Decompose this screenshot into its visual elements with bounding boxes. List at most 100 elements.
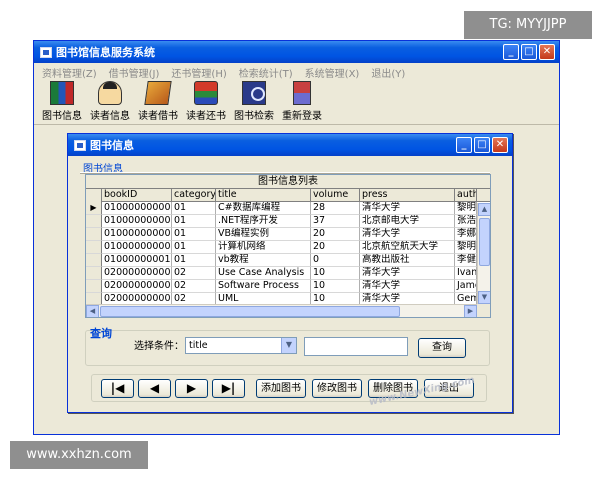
menu-item-return[interactable]: 还书管理(H) <box>171 65 226 80</box>
column-header-title[interactable]: title <box>216 189 311 202</box>
table-cell[interactable]: 020000000002 <box>102 280 172 293</box>
add-book-button[interactable]: 添加图书 <box>256 379 306 398</box>
query-input[interactable] <box>304 337 408 356</box>
scroll-up-icon[interactable]: ▲ <box>478 203 490 216</box>
table-cell[interactable]: 01 <box>172 202 216 215</box>
table-cell[interactable]: 高教出版社 <box>360 254 455 267</box>
chevron-down-icon[interactable]: ▼ <box>281 338 296 353</box>
dialog-minimize-button[interactable]: _ <box>456 137 472 153</box>
table-cell[interactable]: 01 <box>172 254 216 267</box>
dialog-close-button[interactable]: ✕ <box>492 137 508 153</box>
scroll-down-icon[interactable]: ▼ <box>478 291 490 304</box>
table-cell[interactable]: 计算机网络 <box>216 241 311 254</box>
main-title-bar[interactable]: 图书馆信息服务系统 _ □ ✕ <box>34 41 559 63</box>
minimize-button[interactable]: _ <box>503 44 519 60</box>
row-selector[interactable] <box>86 267 102 280</box>
table-cell[interactable]: 37 <box>311 215 360 228</box>
toolbar-relogin-button[interactable]: 重新登录 <box>280 81 324 123</box>
table-cell[interactable]: C#数据库编程 <box>216 202 311 215</box>
first-record-button[interactable]: |◀ <box>101 379 134 398</box>
table-cell[interactable]: 北京邮电大学 <box>360 215 455 228</box>
table-cell[interactable]: 清华大学 <box>360 267 455 280</box>
table-cell[interactable]: 02 <box>172 267 216 280</box>
table-cell[interactable]: 20 <box>311 228 360 241</box>
table-cell[interactable]: 清华大学 <box>360 202 455 215</box>
table-cell[interactable]: 北京航空航天大学 <box>360 241 455 254</box>
row-selector[interactable] <box>86 280 102 293</box>
vertical-scrollbar[interactable]: ▲ ▼ <box>477 203 490 304</box>
table-row[interactable]: 020000000001 02 Use Case Analysis 10 清华大学 Iva… <box>86 267 490 280</box>
menu-item-system[interactable]: 系统管理(X) <box>305 65 360 80</box>
table-row[interactable]: 02000000000202Software Process10清华大学Jame <box>86 280 490 293</box>
table-cell[interactable]: 黎明 <box>455 241 477 254</box>
dialog-title-bar[interactable]: 图书信息 _ □ ✕ <box>68 134 512 156</box>
column-header-volume[interactable]: volume <box>311 189 360 202</box>
horizontal-scrollbar[interactable]: ◀ ▶ <box>86 304 477 317</box>
table-cell[interactable]: 李健 <box>455 254 477 267</box>
table-cell[interactable]: .NET程序开发 <box>216 215 311 228</box>
menu-item-data[interactable]: 资料管理(Z) <box>42 65 97 80</box>
scroll-left-icon[interactable]: ◀ <box>86 305 99 317</box>
maximize-button[interactable]: □ <box>521 44 537 60</box>
table-cell[interactable]: 20 <box>311 241 360 254</box>
table-cell[interactable]: Jame <box>455 280 477 293</box>
row-selector[interactable] <box>86 215 102 228</box>
table-cell[interactable]: 020000000001 <box>102 267 172 280</box>
row-selector[interactable] <box>86 241 102 254</box>
table-cell[interactable]: 清华大学 <box>360 228 455 241</box>
table-cell[interactable]: vb教程 <box>216 254 311 267</box>
table-cell[interactable]: 10 <box>311 267 360 280</box>
column-header-categoryid[interactable]: categoryID <box>172 189 216 202</box>
row-selector[interactable] <box>86 228 102 241</box>
column-header-bookid[interactable]: bookID <box>102 189 172 202</box>
menu-item-exit[interactable]: 退出(Y) <box>371 65 405 80</box>
row-selector[interactable] <box>86 254 102 267</box>
table-cell[interactable]: 28 <box>311 202 360 215</box>
toolbar-search-button[interactable]: 图书检索 <box>232 81 276 123</box>
table-cell[interactable]: 010000000001 <box>102 202 172 215</box>
table-cell[interactable]: Use Case Analysis <box>216 267 311 280</box>
book-data-grid[interactable]: 图书信息列表 bookID categoryID title volume pr… <box>85 174 491 318</box>
vertical-scroll-thumb[interactable] <box>479 218 490 266</box>
query-button[interactable]: 查询 <box>418 338 466 358</box>
table-cell[interactable]: 01 <box>172 241 216 254</box>
table-cell[interactable]: 黎明 <box>455 202 477 215</box>
table-row[interactable]: 010000000003 01 VB编程实例 20 清华大学 李娜 <box>86 228 490 241</box>
table-cell[interactable]: Ivan <box>455 267 477 280</box>
edit-book-button[interactable]: 修改图书 <box>312 379 362 398</box>
table-cell[interactable]: 01 <box>172 215 216 228</box>
table-cell[interactable]: VB编程实例 <box>216 228 311 241</box>
menu-item-borrow[interactable]: 借书管理(J) <box>109 65 160 80</box>
toolbar-book-info-button[interactable]: 图书信息 <box>40 81 84 123</box>
table-row[interactable]: 010000000011 01 vb教程 0 高教出版社 李健 <box>86 254 490 267</box>
table-cell[interactable]: 010000000003 <box>102 228 172 241</box>
column-header-author[interactable]: autho <box>455 189 477 202</box>
table-cell[interactable]: Software Process <box>216 280 311 293</box>
table-cell[interactable]: 010000000004 <box>102 241 172 254</box>
table-cell[interactable]: 01 <box>172 228 216 241</box>
table-cell[interactable]: 清华大学 <box>360 280 455 293</box>
row-selector[interactable]: ▶ <box>86 202 102 215</box>
toolbar-borrow-button[interactable]: 读者借书 <box>136 81 180 123</box>
table-cell[interactable]: 010000000002 <box>102 215 172 228</box>
close-button[interactable]: ✕ <box>539 44 555 60</box>
next-record-button[interactable]: ▶ <box>175 379 208 398</box>
table-cell[interactable]: 李娜 <box>455 228 477 241</box>
menu-item-stats[interactable]: 检索统计(T) <box>239 65 293 80</box>
toolbar-return-button[interactable]: 读者还书 <box>184 81 228 123</box>
table-cell[interactable]: 张浩 <box>455 215 477 228</box>
table-cell[interactable]: 0 <box>311 254 360 267</box>
column-header-press[interactable]: press <box>360 189 455 202</box>
table-row[interactable]: ▶ 010000000001 01 C#数据库编程 28 清华大学 黎明 <box>86 202 490 215</box>
toolbar-reader-info-button[interactable]: 读者信息 <box>88 81 132 123</box>
dialog-maximize-button[interactable]: □ <box>474 137 490 153</box>
previous-record-button[interactable]: ◀ <box>138 379 171 398</box>
condition-select[interactable]: title ▼ <box>185 337 297 354</box>
last-record-button[interactable]: ▶| <box>212 379 245 398</box>
table-cell[interactable]: 010000000011 <box>102 254 172 267</box>
horizontal-scroll-thumb[interactable] <box>100 306 400 317</box>
scroll-right-icon[interactable]: ▶ <box>464 305 477 317</box>
table-row[interactable]: 010000000004 01 计算机网络 20 北京航空航天大学 黎明 <box>86 241 490 254</box>
table-cell[interactable]: 02 <box>172 280 216 293</box>
table-cell[interactable]: 10 <box>311 280 360 293</box>
